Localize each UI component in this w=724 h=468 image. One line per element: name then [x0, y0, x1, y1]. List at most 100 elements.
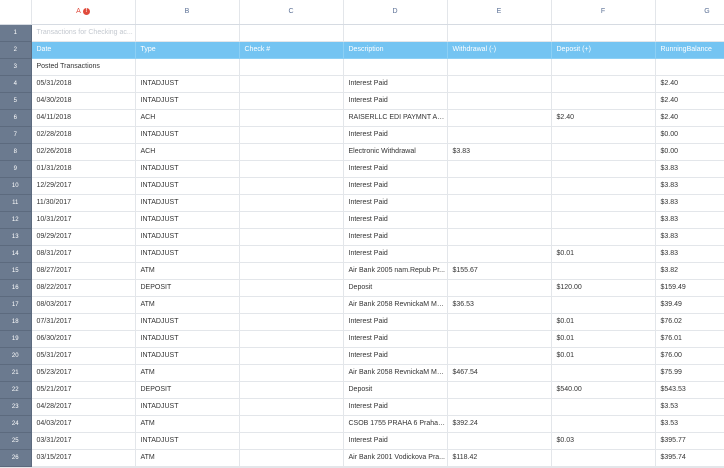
cell[interactable] — [239, 262, 344, 280]
cell[interactable]: $3.83 — [655, 211, 724, 229]
cell[interactable]: $0.01 — [551, 347, 656, 365]
cell[interactable]: Interest Paid — [343, 398, 448, 416]
row-number[interactable]: 21 — [0, 364, 32, 382]
row-number[interactable]: 9 — [0, 160, 32, 178]
cell[interactable]: INTADJUST — [135, 75, 240, 93]
cell[interactable]: Interest Paid — [343, 160, 448, 178]
cell[interactable] — [551, 398, 656, 416]
cell[interactable]: INTADJUST — [135, 92, 240, 110]
cell[interactable]: INTADJUST — [135, 211, 240, 229]
cell[interactable]: 05/21/2017 — [31, 381, 136, 399]
column-header-g[interactable]: G — [655, 0, 724, 25]
cell[interactable] — [551, 228, 656, 246]
cell[interactable] — [551, 364, 656, 382]
cell[interactable]: INTADJUST — [135, 194, 240, 212]
cell[interactable]: $76.00 — [655, 347, 724, 365]
cell[interactable]: Transactions for Checking ac... — [31, 24, 136, 42]
cell[interactable]: $3.53 — [655, 398, 724, 416]
cell[interactable]: 04/30/2018 — [31, 92, 136, 110]
cell[interactable]: 02/26/2018 — [31, 143, 136, 161]
cell[interactable]: $0.03 — [551, 432, 656, 450]
cell[interactable]: $36.53 — [447, 296, 552, 314]
cell[interactable]: $155.67 — [447, 262, 552, 280]
cell[interactable]: $0.01 — [551, 245, 656, 263]
cell[interactable] — [551, 58, 656, 76]
cell[interactable]: Interest Paid — [343, 432, 448, 450]
cell[interactable]: $3.83 — [447, 143, 552, 161]
cell[interactable]: Interest Paid — [343, 177, 448, 195]
cell[interactable]: $0.00 — [655, 126, 724, 144]
cell[interactable] — [343, 58, 448, 76]
cell[interactable]: 08/31/2017 — [31, 245, 136, 263]
cell[interactable]: DEPOSIT — [135, 279, 240, 297]
row-number[interactable]: 22 — [0, 381, 32, 399]
cell[interactable] — [551, 296, 656, 314]
cell[interactable]: $3.83 — [655, 160, 724, 178]
cell[interactable]: $0.01 — [551, 313, 656, 331]
cell[interactable]: $467.54 — [447, 364, 552, 382]
cell[interactable]: $3.83 — [655, 245, 724, 263]
cell[interactable] — [239, 109, 344, 127]
row-number[interactable]: 23 — [0, 398, 32, 416]
cell[interactable]: Withdrawal (-) — [447, 41, 552, 59]
cell[interactable]: Interest Paid — [343, 126, 448, 144]
row-number[interactable]: 25 — [0, 432, 32, 450]
row-number[interactable]: 5 — [0, 92, 32, 110]
cell[interactable] — [239, 160, 344, 178]
cell[interactable]: 01/31/2018 — [31, 160, 136, 178]
cell[interactable]: 08/22/2017 — [31, 279, 136, 297]
cell[interactable] — [551, 160, 656, 178]
cell[interactable] — [551, 194, 656, 212]
cell[interactable]: $159.49 — [655, 279, 724, 297]
cell[interactable]: $3.83 — [655, 177, 724, 195]
cell[interactable]: $395.74 — [655, 449, 724, 467]
cell[interactable]: INTADJUST — [135, 228, 240, 246]
cell[interactable] — [239, 245, 344, 263]
cell[interactable]: Posted Transactions — [31, 58, 136, 76]
cell[interactable]: Interest Paid — [343, 245, 448, 263]
cell[interactable] — [447, 24, 552, 42]
cell[interactable]: $395.77 — [655, 432, 724, 450]
row-number[interactable]: 16 — [0, 279, 32, 297]
cell[interactable]: ACH — [135, 109, 240, 127]
cell[interactable] — [239, 415, 344, 433]
cell[interactable]: Air Bank 2005 nam.Repub Pr... — [343, 262, 448, 280]
cell[interactable]: INTADJUST — [135, 432, 240, 450]
cell[interactable] — [239, 177, 344, 195]
row-number[interactable]: 20 — [0, 347, 32, 365]
cell[interactable]: ATM — [135, 296, 240, 314]
cell[interactable]: 05/31/2017 — [31, 347, 136, 365]
cell[interactable]: INTADJUST — [135, 330, 240, 348]
cell[interactable]: Interest Paid — [343, 347, 448, 365]
row-number[interactable]: 1 — [0, 24, 32, 42]
cell[interactable] — [447, 381, 552, 399]
cell[interactable] — [343, 24, 448, 42]
cell[interactable] — [551, 24, 656, 42]
cell[interactable] — [239, 126, 344, 144]
cell[interactable]: Air Bank 2058 RevnickaM Me... — [343, 364, 448, 382]
cell[interactable] — [447, 279, 552, 297]
cell[interactable]: 11/30/2017 — [31, 194, 136, 212]
cell[interactable]: Interest Paid — [343, 211, 448, 229]
cell[interactable]: $120.00 — [551, 279, 656, 297]
cell[interactable]: Interest Paid — [343, 75, 448, 93]
cell[interactable]: $76.01 — [655, 330, 724, 348]
cell[interactable]: 04/03/2017 — [31, 415, 136, 433]
cell[interactable] — [239, 58, 344, 76]
cell[interactable] — [239, 381, 344, 399]
cell[interactable] — [135, 58, 240, 76]
cell[interactable] — [551, 143, 656, 161]
cell[interactable]: $3.83 — [655, 228, 724, 246]
row-number[interactable]: 2 — [0, 41, 32, 59]
cell[interactable]: CSOB 1755 PRAHA 6 Praha 1... — [343, 415, 448, 433]
column-header-b[interactable]: B — [135, 0, 240, 25]
cell[interactable] — [551, 126, 656, 144]
cell[interactable] — [239, 24, 344, 42]
cell[interactable] — [447, 75, 552, 93]
row-number[interactable]: 24 — [0, 415, 32, 433]
cell[interactable] — [655, 58, 724, 76]
cell[interactable] — [239, 92, 344, 110]
cell[interactable] — [239, 211, 344, 229]
cell[interactable]: RunningBalance — [655, 41, 724, 59]
row-number[interactable]: 26 — [0, 449, 32, 467]
